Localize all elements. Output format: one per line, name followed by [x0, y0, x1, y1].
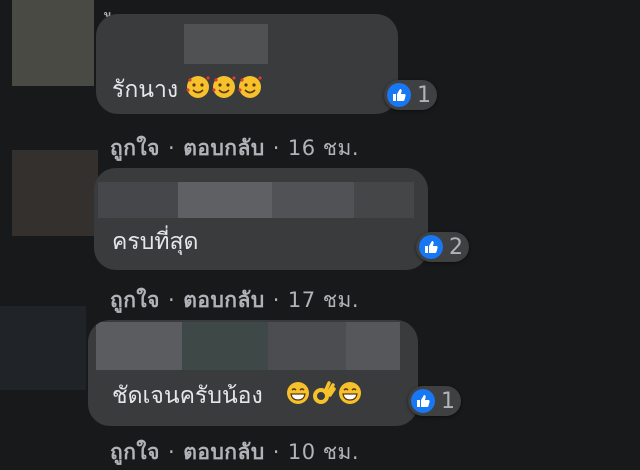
avatar[interactable]: [0, 306, 86, 390]
comment-actions: ถูกใจ · ตอบกลับ · 10 ชม.: [110, 436, 359, 469]
comment-text-content: ครบที่สุด: [112, 229, 199, 255]
comment-text: ครบที่สุด: [112, 228, 198, 256]
thumbs-up-icon: [419, 235, 443, 259]
like-link[interactable]: ถูกใจ: [110, 440, 160, 464]
reaction-count: 1: [441, 388, 455, 414]
ok-hand-emoji: [311, 380, 337, 413]
separator: ·: [272, 440, 280, 464]
comment-text: ชัดเจนครับน้อง: [112, 380, 363, 413]
smiling-face-with-hearts-emoji: [237, 74, 263, 107]
commenter-name-blurred[interactable]: [184, 24, 268, 64]
separator: ·: [272, 136, 280, 160]
timestamp[interactable]: 17 ชม.: [288, 288, 359, 312]
comment-text-content: ชัดเจนครับน้อง: [112, 383, 263, 409]
timestamp[interactable]: 16 ชม.: [288, 136, 359, 160]
smiling-face-with-hearts-emoji: [185, 74, 211, 107]
comment-text: รักนาง: [112, 74, 263, 107]
reply-link[interactable]: ตอบกลับ: [183, 136, 265, 160]
separator: ·: [168, 136, 176, 160]
reaction-count: 1: [417, 82, 431, 108]
like-link[interactable]: ถูกใจ: [110, 288, 160, 312]
avatar[interactable]: [12, 0, 94, 86]
avatar[interactable]: [12, 150, 98, 236]
comment-text-content: รักนาง: [112, 77, 179, 103]
comment-actions: ถูกใจ · ตอบกลับ · 17 ชม.: [110, 284, 359, 317]
separator: ·: [272, 288, 280, 312]
commenter-name-blurred[interactable]: [96, 322, 400, 370]
thumbs-up-icon: [387, 83, 411, 107]
reaction-badge[interactable]: 2: [416, 232, 469, 262]
comment-actions: ถูกใจ · ตอบกลับ · 16 ชม.: [110, 132, 359, 165]
grinning-face-emoji: [285, 380, 311, 413]
timestamp[interactable]: 10 ชม.: [288, 440, 359, 464]
separator: ·: [168, 288, 176, 312]
reaction-count: 2: [449, 234, 463, 260]
reaction-badge[interactable]: 1: [384, 80, 437, 110]
commenter-name-blurred[interactable]: [98, 182, 414, 218]
smiling-face-with-hearts-emoji: [211, 74, 237, 107]
like-link[interactable]: ถูกใจ: [110, 136, 160, 160]
reaction-badge[interactable]: 1: [408, 386, 461, 416]
separator: ·: [168, 440, 176, 464]
reply-link[interactable]: ตอบกลับ: [183, 440, 265, 464]
thumbs-up-icon: [411, 389, 435, 413]
reply-link[interactable]: ตอบกลับ: [183, 288, 265, 312]
grinning-face-emoji: [337, 380, 363, 413]
